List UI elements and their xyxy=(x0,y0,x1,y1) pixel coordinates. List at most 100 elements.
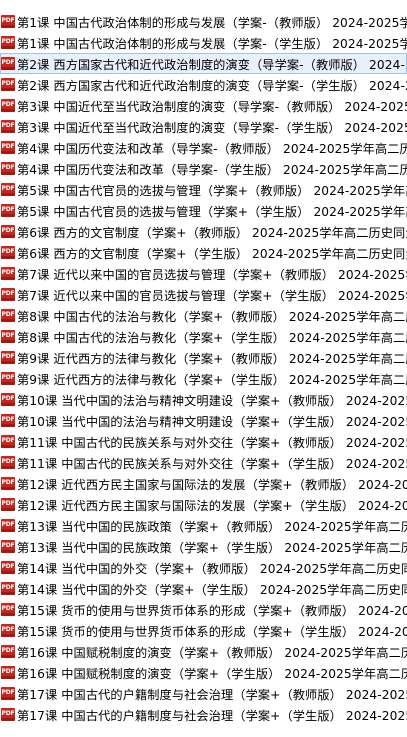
file-name: 第11课 中国古代的民族关系与对外交往（学案+（学生版） 2024-2025学年… xyxy=(17,457,407,471)
pdf-file-icon: PDF xyxy=(1,456,15,469)
file-name: 第11课 中国古代的民族关系与对外交往（学案+（教师版） 2024-2025学年… xyxy=(17,436,407,450)
pdf-icon-label: PDF xyxy=(1,646,15,654)
file-name: 第13课 当代中国的民族政策（学案+（学生版） 2024-2025学年高二历史 xyxy=(17,541,407,555)
file-list-item[interactable]: PDF 第15课 货币的使用与世界货币体系的形成（学案+（学生版） 2024-20… xyxy=(0,620,407,641)
pdf-icon-label: PDF xyxy=(1,688,15,696)
file-name: 第1课 中国古代政治体制的形成与发展（学案-（学生版） 2024-2025学年高… xyxy=(17,37,407,51)
file-name: 第5课 中国古代官员的选拔与管理（学案+（学生版） 2024-2025学年高二历… xyxy=(17,205,407,219)
file-list-item[interactable]: PDF 第11课 中国古代的民族关系与对外交往（学案+（教师版） 2024-202… xyxy=(0,431,407,452)
file-list-item[interactable]: PDF 第5课 中国古代官员的选拔与管理（学案+（学生版） 2024-2025学年… xyxy=(0,200,407,221)
pdf-icon-label: PDF xyxy=(1,478,15,486)
pdf-file-icon: PDF xyxy=(1,351,15,364)
file-list-item[interactable]: PDF 第12课 近代西方民主国家与国际法的发展（学案+（教师版） 2024-20… xyxy=(0,473,407,494)
file-list-item[interactable]: PDF 第11课 中国古代的民族关系与对外交往（学案+（学生版） 2024-202… xyxy=(0,452,407,473)
file-list-item[interactable]: PDF 第17课 中国古代的户籍制度与社会治理（学案+（教师版） 2024-202… xyxy=(0,683,407,704)
file-list-item[interactable]: PDF 第9课 近代西方的法律与教化（学案+（教师版） 2024-2025学年高二… xyxy=(0,347,407,368)
pdf-file-icon: PDF xyxy=(1,15,15,28)
pdf-file-icon: PDF xyxy=(1,36,15,49)
file-list-item[interactable]: PDF 第14课 当代中国的外交（学案+（教师版） 2024-2025学年高二历史… xyxy=(0,557,407,578)
file-name: 第16课 中国赋税制度的演变（学案+（教师版） 2024-2025学年高二历史 xyxy=(17,646,407,660)
file-list-item[interactable]: PDF 第15课 货币的使用与世界货币体系的形成（学案+（教师版） 2024-20… xyxy=(0,599,407,620)
file-list-item[interactable]: PDF 第7课 近代以来中国的官员选拔与管理（学案+（教师版） 2024-2025… xyxy=(0,263,407,284)
file-list-item[interactable]: PDF 第5课 中国古代官员的选拔与管理（学案+（教师版） 2024-2025学年… xyxy=(0,179,407,200)
pdf-icon-label: PDF xyxy=(1,184,15,192)
pdf-icon-label: PDF xyxy=(1,226,15,234)
pdf-file-icon: PDF xyxy=(1,435,15,448)
pdf-icon-label: PDF xyxy=(1,562,15,570)
pdf-file-icon: PDF xyxy=(1,267,15,280)
pdf-file-icon: PDF xyxy=(1,603,15,616)
pdf-icon-label: PDF xyxy=(1,121,15,129)
file-name: 第9课 近代西方的法律与教化（学案+（学生版） 2024-2025学年高二历史 xyxy=(17,373,407,387)
pdf-icon-label: PDF xyxy=(1,289,15,297)
pdf-icon-label: PDF xyxy=(1,247,15,255)
file-name: 第17课 中国古代的户籍制度与社会治理（学案+（学生版） 2024-2025学年… xyxy=(17,709,407,723)
file-name: 第4课 中国历代变法和改革（导学案-（教师版） 2024-2025学年高二历史同… xyxy=(17,142,407,156)
pdf-file-icon: PDF xyxy=(1,498,15,511)
file-list-item[interactable]: PDF 第6课 西方的文官制度（学案+（学生版） 2024-2025学年高二历史同… xyxy=(0,242,407,263)
pdf-file-icon: PDF xyxy=(1,99,15,112)
file-list-item[interactable]: PDF 第17课 中国古代的户籍制度与社会治理（学案+（学生版） 2024-202… xyxy=(0,704,407,725)
file-list-item[interactable]: PDF 第4课 中国历代变法和改革（导学案-（教师版） 2024-2025学年高二… xyxy=(0,137,407,158)
file-list-item[interactable]: PDF第2课 西方国家古代和近代政治制度的演变（导学案-（学生版） 2024-2… xyxy=(0,74,407,95)
file-name: 第10课 当代中国的法治与精神文明建设（学案+（学生版） 2024-2025学年… xyxy=(17,415,407,429)
file-name: 第3课 中国近代至当代政治制度的演变（导学案-（学生版） 2024-2025学年… xyxy=(17,121,407,135)
pdf-icon-label: PDF xyxy=(1,352,15,360)
pdf-icon-label: PDF xyxy=(1,415,15,423)
pdf-file-icon: PDF xyxy=(1,309,15,322)
pdf-icon-label: PDF xyxy=(1,58,15,66)
file-list-item[interactable]: PDF 第10课 当代中国的法治与精神文明建设（学案+（学生版） 2024-202… xyxy=(0,410,407,431)
file-list-item[interactable]: PDF 第1课 中国古代政治体制的形成与发展（学案-（教师版） 2024-2025… xyxy=(0,11,407,32)
pdf-icon-label: PDF xyxy=(1,37,15,45)
file-name: 第6课 西方的文官制度（学案+（学生版） 2024-2025学年高二历史同步 xyxy=(17,247,407,261)
file-list-item[interactable]: PDF 第8课 中国古代的法治与教化（学案+（学生版） 2024-2025学年高二… xyxy=(0,326,407,347)
file-list-item[interactable]: PDF 第3课 中国近代至当代政治制度的演变（导学案-（学生版） 2024-202… xyxy=(0,116,407,137)
pdf-icon-label: PDF xyxy=(1,604,15,612)
pdf-file-icon: PDF xyxy=(1,57,15,70)
file-name: 第2课 西方国家古代和近代政治制度的演变（导学案-（教师版） 2024-2025… xyxy=(17,58,407,72)
file-list-item[interactable]: PDF 第10课 当代中国的法治与精神文明建设（学案+（教师版） 2024-202… xyxy=(0,389,407,410)
pdf-icon-label: PDF xyxy=(1,520,15,528)
file-list-item[interactable]: PDF 第13课 当代中国的民族政策（学案+（教师版） 2024-2025学年高二… xyxy=(0,515,407,536)
pdf-icon-label: PDF xyxy=(1,457,15,465)
file-list-item[interactable]: PDF 第9课 近代西方的法律与教化（学案+（学生版） 2024-2025学年高二… xyxy=(0,368,407,389)
file-name: 第14课 当代中国的外交（学案+（学生版） 2024-2025学年高二历史同步 xyxy=(17,583,407,597)
pdf-icon-label: PDF xyxy=(1,142,15,150)
file-list-item[interactable]: PDF 第3课 中国近代至当代政治制度的演变（导学案-（教师版） 2024-202… xyxy=(0,95,407,116)
pdf-icon-label: PDF xyxy=(1,583,15,591)
file-list-item[interactable]: PDF第2课 西方国家古代和近代政治制度的演变（导学案-（教师版） 2024-2… xyxy=(0,53,407,74)
pdf-icon-label: PDF xyxy=(1,373,15,381)
file-list-item[interactable]: PDF 第4课 中国历代变法和改革（导学案-（学生版） 2024-2025学年高二… xyxy=(0,158,407,179)
pdf-icon-label: PDF xyxy=(1,79,15,87)
pdf-icon-label: PDF xyxy=(1,205,15,213)
pdf-file-icon: PDF xyxy=(1,330,15,343)
file-list: PDF 第1课 中国古代政治体制的形成与发展（学案-（教师版） 2024-2025… xyxy=(0,0,407,737)
file-list-item[interactable]: PDF 第16课 中国赋税制度的演变（学案+（学生版） 2024-2025学年高二… xyxy=(0,662,407,683)
pdf-file-icon: PDF xyxy=(1,666,15,679)
file-list-item[interactable]: PDF 第7课 近代以来中国的官员选拔与管理（学案+（学生版） 2024-2025… xyxy=(0,284,407,305)
file-list-item[interactable]: PDF 第14课 当代中国的外交（学案+（学生版） 2024-2025学年高二历史… xyxy=(0,578,407,599)
pdf-icon-label: PDF xyxy=(1,100,15,108)
file-name: 第15课 货币的使用与世界货币体系的形成（学案+（教师版） 2024-2025学… xyxy=(17,604,407,618)
file-list-item[interactable]: PDF 第12课 近代西方民主国家与国际法的发展（学案+（学生版） 2024-20… xyxy=(0,494,407,515)
file-name: 第8课 中国古代的法治与教化（学案+（学生版） 2024-2025学年高二历史 xyxy=(17,331,407,345)
pdf-icon-label: PDF xyxy=(1,331,15,339)
file-name: 第6课 西方的文官制度（学案+（教师版） 2024-2025学年高二历史同步 xyxy=(17,226,407,240)
file-name: 第1课 中国古代政治体制的形成与发展（学案-（教师版） 2024-2025学年高… xyxy=(17,16,407,30)
pdf-file-icon: PDF xyxy=(1,141,15,154)
file-list-item[interactable]: PDF 第6课 西方的文官制度（学案+（教师版） 2024-2025学年高二历史同… xyxy=(0,221,407,242)
pdf-icon-label: PDF xyxy=(1,268,15,276)
pdf-file-icon: PDF xyxy=(1,561,15,574)
file-list-item[interactable]: PDF 第13课 当代中国的民族政策（学案+（学生版） 2024-2025学年高二… xyxy=(0,536,407,557)
pdf-icon-label: PDF xyxy=(1,667,15,675)
file-name: 第13课 当代中国的民族政策（学案+（教师版） 2024-2025学年高二历史 xyxy=(17,520,407,534)
file-name: 第8课 中国古代的法治与教化（学案+（教师版） 2024-2025学年高二历史 xyxy=(17,310,407,324)
file-list-item[interactable]: PDF 第16课 中国赋税制度的演变（学案+（教师版） 2024-2025学年高二… xyxy=(0,641,407,662)
pdf-file-icon: PDF xyxy=(1,393,15,406)
pdf-file-icon: PDF xyxy=(1,708,15,721)
file-name: 第9课 近代西方的法律与教化（学案+（教师版） 2024-2025学年高二历史 xyxy=(17,352,407,366)
pdf-file-icon: PDF xyxy=(1,519,15,532)
file-list-item[interactable]: PDF 第8课 中国古代的法治与教化（学案+（教师版） 2024-2025学年高二… xyxy=(0,305,407,326)
pdf-file-icon: PDF xyxy=(1,162,15,175)
file-list-item[interactable]: PDF 第1课 中国古代政治体制的形成与发展（学案-（学生版） 2024-2025… xyxy=(0,32,407,53)
